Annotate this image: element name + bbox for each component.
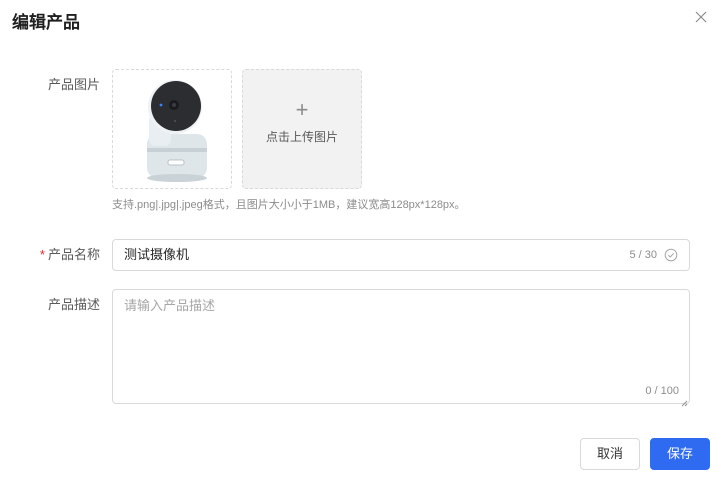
check-circle-icon [664,248,678,262]
product-image-label: 产品图片 [47,77,100,92]
required-mark: * [39,247,45,262]
dialog-title: 编辑产品 [12,13,80,32]
product-name-label-text: 产品名称 [47,247,100,262]
resize-handle[interactable] [680,394,688,407]
product-desc-textarea[interactable]: 请输入产品描述 0 / 100 [112,289,690,407]
product-name-label: * 产品名称 [0,246,100,264]
camera-product-image [147,80,207,182]
product-image-thumbnail[interactable] [112,69,232,189]
image-format-hint: 支持.png|.jpg|.jpeg格式，且图片大小小于1MB，建议宽高128px… [112,199,466,211]
save-button[interactable]: 保存 [650,438,710,470]
close-icon[interactable] [693,9,709,25]
plus-icon: + [295,97,309,122]
product-desc-label: 产品描述 [47,297,100,312]
product-name-value: 测试摄像机 [124,247,190,262]
cancel-button[interactable]: 取消 [580,438,640,470]
product-desc-char-count: 0 / 100 [645,385,679,397]
product-desc-placeholder: 请输入产品描述 [124,298,216,313]
upload-image-text: 点击上传图片 [265,130,338,144]
product-name-input[interactable]: 测试摄像机 5 / 30 [112,239,690,271]
product-name-char-count: 5 / 30 [629,249,657,261]
upload-image-button[interactable]: + 点击上传图片 [242,69,362,189]
edit-product-dialog: 编辑产品 产品图片 + 点击上传图片 支持.png|.jpg|.jpeg格式，且… [0,0,721,481]
